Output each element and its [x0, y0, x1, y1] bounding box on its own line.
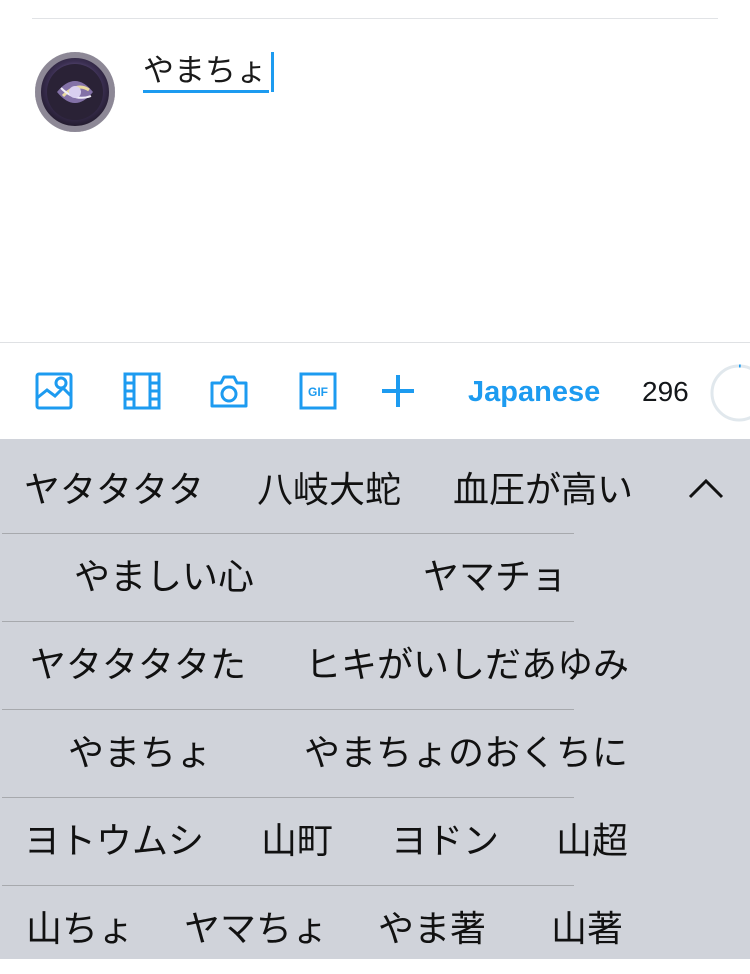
candidate-item[interactable]: やま著: [378, 886, 486, 974]
candidate-item[interactable]: ヤタタタタた: [30, 622, 246, 710]
candidate-row: ヤタタタタ 八岐大蛇 血圧が高い: [0, 447, 750, 534]
candidate-row: やましい心 ヤマチョ: [0, 534, 750, 622]
avatar-image: [35, 52, 115, 132]
video-icon[interactable]: [122, 371, 162, 411]
character-count: 296: [642, 376, 689, 407]
candidate-item[interactable]: 八岐大蛇: [257, 447, 401, 535]
top-divider: [32, 18, 718, 19]
candidate-item[interactable]: 山ちょ: [26, 886, 134, 974]
candidate-item[interactable]: ヨドン: [391, 798, 499, 886]
character-progress-ring: [710, 364, 750, 422]
candidate-item[interactable]: ヤタタタタ: [24, 447, 204, 535]
compose-toolbar: GIF Japanese 296: [0, 342, 750, 440]
chevron-up-icon[interactable]: [686, 473, 726, 503]
add-icon[interactable]: [378, 371, 418, 411]
candidate-item[interactable]: ヨトウムシ: [24, 798, 204, 886]
candidate-row: 山ちょ ヤマちょ やま著 山著: [0, 886, 750, 974]
language-selector[interactable]: Japanese: [468, 373, 600, 411]
candidate-item[interactable]: 血圧が高い: [453, 447, 633, 535]
camera-icon[interactable]: [209, 371, 249, 411]
avatar[interactable]: [35, 52, 115, 132]
candidate-item[interactable]: 山町: [261, 798, 333, 886]
candidate-item[interactable]: やまちょ: [68, 710, 212, 798]
candidate-row: ヨトウムシ 山町 ヨドン 山超: [0, 798, 750, 886]
candidate-item[interactable]: ヤマちょ: [184, 886, 328, 974]
compose-field[interactable]: やまちょ: [143, 50, 274, 94]
candidate-row: やまちょ やまちょのおくちに: [0, 710, 750, 798]
svg-text:GIF: GIF: [308, 385, 328, 399]
image-icon[interactable]: [34, 371, 74, 411]
candidate-item[interactable]: やましい心: [74, 534, 254, 622]
candidate-row: ヤタタタタた ヒキがいしだあゆみ: [0, 622, 750, 710]
keyboard-candidates-panel: ヤタタタタ 八岐大蛇 血圧が高い やましい心 ヤマチョ ヤタタタタた ヒキがいし…: [0, 439, 750, 959]
compose-text[interactable]: やまちょ: [143, 52, 269, 93]
candidate-item[interactable]: 山著: [551, 886, 623, 974]
candidate-item[interactable]: ヒキがいしだあゆみ: [305, 622, 629, 710]
candidate-item[interactable]: 山超: [556, 798, 628, 886]
candidate-item[interactable]: やまちょのおくちに: [304, 710, 628, 798]
gif-icon[interactable]: GIF: [298, 371, 338, 411]
candidate-item[interactable]: ヤマチョ: [423, 534, 567, 622]
text-caret: [271, 52, 274, 92]
